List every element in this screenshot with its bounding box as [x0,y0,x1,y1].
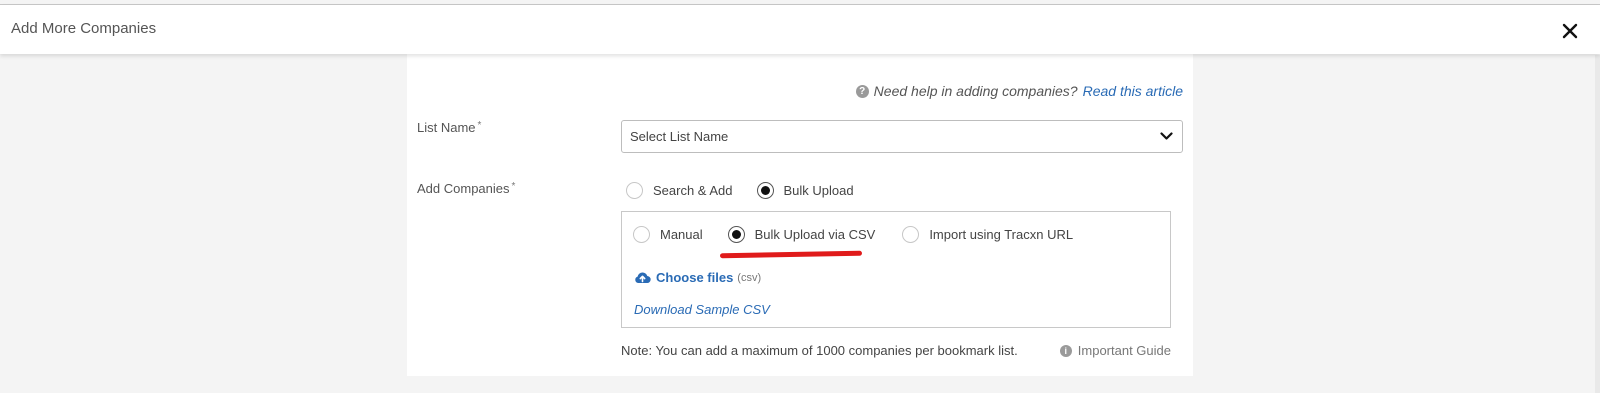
red-highlight-underline [719,250,863,259]
radio-label: Import using Tracxn URL [929,227,1074,242]
list-name-select[interactable]: Select List Name [621,120,1183,153]
add-companies-label-text: Add Companies [417,181,510,196]
file-type-hint: (csv) [737,271,762,284]
info-circle-icon: i [1059,344,1072,357]
radio-circle[interactable] [626,182,643,199]
choose-files-label: Choose files [656,270,734,285]
cloud-upload-icon [635,272,651,284]
form-panel: ? Need help in adding companies? Read th… [407,54,1193,376]
bulk-upload-box: Manual Bulk Upload via CSV Import using … [621,211,1171,328]
help-text: Need help in adding companies? [873,83,1078,99]
modal-header: Add More Companies [0,5,1600,54]
required-mark: * [511,181,516,192]
help-line: ? Need help in adding companies? Read th… [855,83,1183,99]
required-mark: * [477,120,482,131]
close-icon[interactable] [1558,19,1582,43]
radio-circle[interactable] [902,226,920,243]
radio-circle[interactable] [633,226,650,243]
important-guide-label: Important Guide [1077,343,1171,358]
add-mode-radio-group: Search & Add Bulk Upload [626,182,854,199]
chevron-down-icon [1160,132,1173,140]
question-circle-icon: ? [855,84,869,98]
radio-circle-selected[interactable] [756,182,774,199]
radio-search-add[interactable]: Search & Add [626,182,733,199]
list-name-label: List Name * [417,120,481,135]
upload-method-radio-group: Manual Bulk Upload via CSV Import using … [633,226,1073,243]
important-guide-link[interactable]: i Important Guide [1059,343,1171,358]
radio-manual[interactable]: Manual [633,226,703,243]
radio-label: Manual [660,227,703,242]
radio-circle-selected[interactable] [727,226,745,243]
radio-import-tracxn-url[interactable]: Import using Tracxn URL [902,226,1073,243]
list-name-select-value: Select List Name [630,129,729,144]
list-name-label-text: List Name [417,120,476,135]
choose-files-button[interactable]: Choose files (csv) [634,270,761,285]
download-sample-csv-link[interactable]: Download Sample CSV [634,302,770,317]
radio-label: Bulk Upload [783,183,854,198]
radio-bulk-upload-csv[interactable]: Bulk Upload via CSV [727,226,876,243]
scrollbar[interactable] [1595,55,1600,393]
limit-note: Note: You can add a maximum of 1000 comp… [621,343,1018,358]
radio-label: Search & Add [653,183,733,198]
radio-bulk-upload[interactable]: Bulk Upload [756,182,854,199]
read-article-link[interactable]: Read this article [1083,83,1183,99]
modal-title: Add More Companies [11,20,157,37]
add-companies-label: Add Companies * [417,181,515,196]
radio-label: Bulk Upload via CSV [754,227,876,242]
